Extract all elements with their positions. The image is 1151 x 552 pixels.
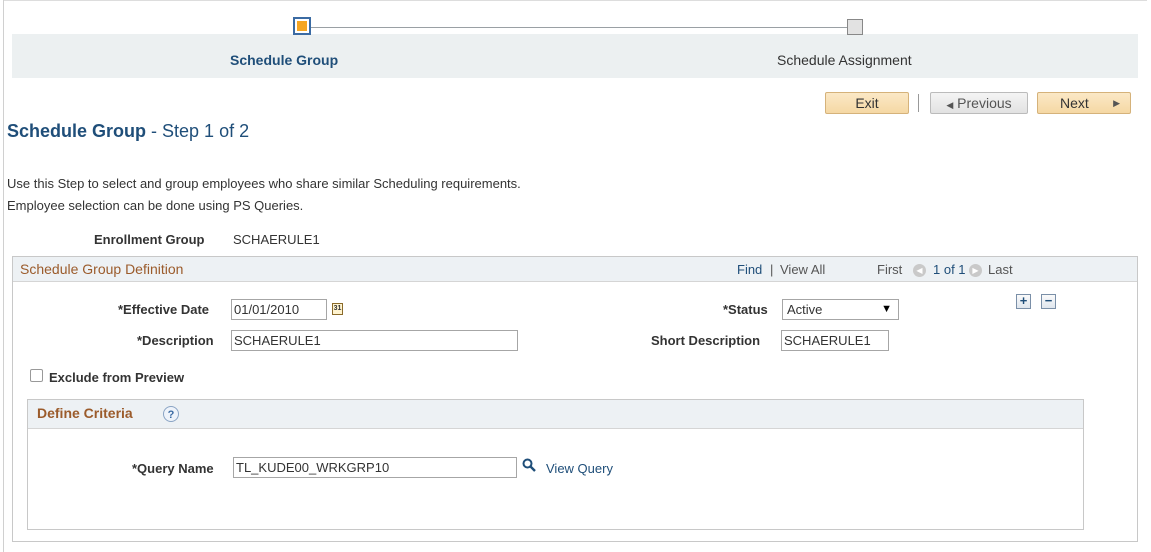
page-title: Schedule Group - Step 1 of 2 — [7, 121, 249, 142]
enrollment-group-value: SCHAERULE1 — [233, 232, 320, 247]
view-all-label: View All — [780, 262, 826, 277]
active-stop-fill — [297, 21, 307, 31]
previous-button-label: Previous — [957, 95, 1012, 111]
status-value: Active — [787, 302, 823, 317]
dropdown-caret-icon: ▼ — [881, 303, 892, 315]
exclude-from-preview-checkbox[interactable] — [30, 369, 43, 382]
add-row-icon[interactable]: + — [1016, 294, 1031, 309]
exit-button[interactable]: Exit — [825, 92, 909, 114]
nav-separator: | — [770, 262, 774, 277]
toolbar-separator — [918, 94, 919, 112]
delete-row-icon[interactable]: − — [1041, 294, 1056, 309]
exclude-from-preview-label: Exclude from Preview — [49, 370, 185, 385]
row-count: 1 of 1 — [933, 262, 966, 277]
instruction-line-1: Use this Step to select and group employ… — [7, 176, 521, 191]
first-label: First — [877, 262, 903, 277]
previous-button[interactable]: ◀ Previous — [930, 92, 1028, 114]
query-name-input[interactable] — [233, 457, 517, 478]
instruction-line-2: Employee selection can be done using PS … — [7, 198, 304, 213]
query-name-label: *Query Name — [132, 461, 214, 476]
view-all-link[interactable]: View All — [780, 262, 825, 277]
group-header: Schedule Group Definition Find | View Al… — [13, 257, 1137, 282]
previous-row-icon[interactable]: ◀ — [913, 262, 926, 278]
step-schedule-assignment-label[interactable]: Schedule Assignment — [777, 52, 912, 68]
status-label: *Status — [723, 302, 768, 317]
description-input[interactable] — [231, 330, 518, 351]
chevron-right-icon: ▶ — [1113, 98, 1120, 108]
step-schedule-assignment-marker[interactable] — [847, 19, 863, 35]
find-link-label: Find — [737, 262, 763, 277]
next-row-icon[interactable]: ▶ — [969, 262, 982, 278]
group-title: Schedule Group Definition — [20, 261, 184, 277]
effective-date-input[interactable] — [231, 299, 327, 320]
short-description-input[interactable] — [781, 330, 889, 351]
description-label: *Description — [137, 333, 214, 348]
status-select[interactable]: Active ▼ — [782, 299, 899, 320]
next-button[interactable]: Next ▶ — [1037, 92, 1131, 114]
train-line — [302, 27, 862, 28]
effective-date-label: *Effective Date — [118, 302, 210, 317]
enrollment-group-label: Enrollment Group — [94, 232, 205, 247]
find-link[interactable]: Find — [737, 262, 762, 277]
chevron-left-icon: ◀ — [946, 100, 954, 110]
step-schedule-group-label[interactable]: Schedule Group — [230, 52, 338, 68]
help-icon[interactable]: ? — [163, 406, 179, 422]
last-label: Last — [988, 262, 1013, 277]
define-criteria-header: Define Criteria ? — [28, 400, 1083, 429]
step-schedule-group-marker[interactable] — [293, 17, 311, 35]
view-query-link[interactable]: View Query — [546, 461, 613, 476]
short-description-label: Short Description — [651, 333, 761, 348]
next-button-label: Next — [1060, 95, 1089, 111]
calendar-icon[interactable]: 31 — [332, 303, 343, 315]
exit-button-label: Exit — [855, 95, 879, 111]
page-title-main: Schedule Group — [7, 121, 147, 141]
page-title-step: - Step 1 of 2 — [146, 121, 250, 141]
train-bar — [12, 34, 1138, 78]
define-criteria-title: Define Criteria — [37, 405, 133, 421]
train-stop-nav: Schedule Group Schedule Assignment — [12, 0, 1138, 78]
search-icon[interactable] — [522, 458, 536, 472]
